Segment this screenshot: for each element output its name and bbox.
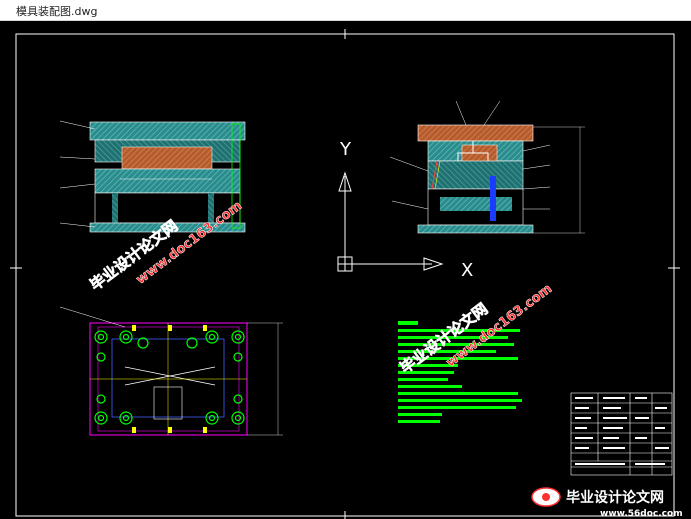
x-axis-label: X: [461, 260, 473, 281]
title-bar: 模具装配图.dwg: [0, 0, 691, 21]
y-axis-label: Y: [339, 139, 352, 160]
window-title: 模具装配图.dwg: [16, 5, 98, 18]
drawing-canvas[interactable]: Y X 毕业设计论文网 www.doc163.com 毕业设计论文网 www.d…: [0, 21, 691, 519]
footer-site-url: www.56doc.com: [600, 509, 683, 519]
ucs-icon: [337, 171, 444, 272]
footer-site-cn: 毕业设计论文网: [566, 489, 664, 506]
drawing-window: 模具装配图.dwg Y X 毕业设计论文网 www.doc163.com 毕业设…: [0, 0, 691, 519]
side-section-view[interactable]: [389, 100, 585, 234]
title-block: [570, 392, 673, 476]
footer-watermark: 毕业设计论文网 www.56doc.com: [531, 487, 683, 519]
plan-view[interactable]: [59, 306, 283, 436]
watermark-right: 毕业设计论文网 www.doc163.com: [396, 281, 555, 377]
